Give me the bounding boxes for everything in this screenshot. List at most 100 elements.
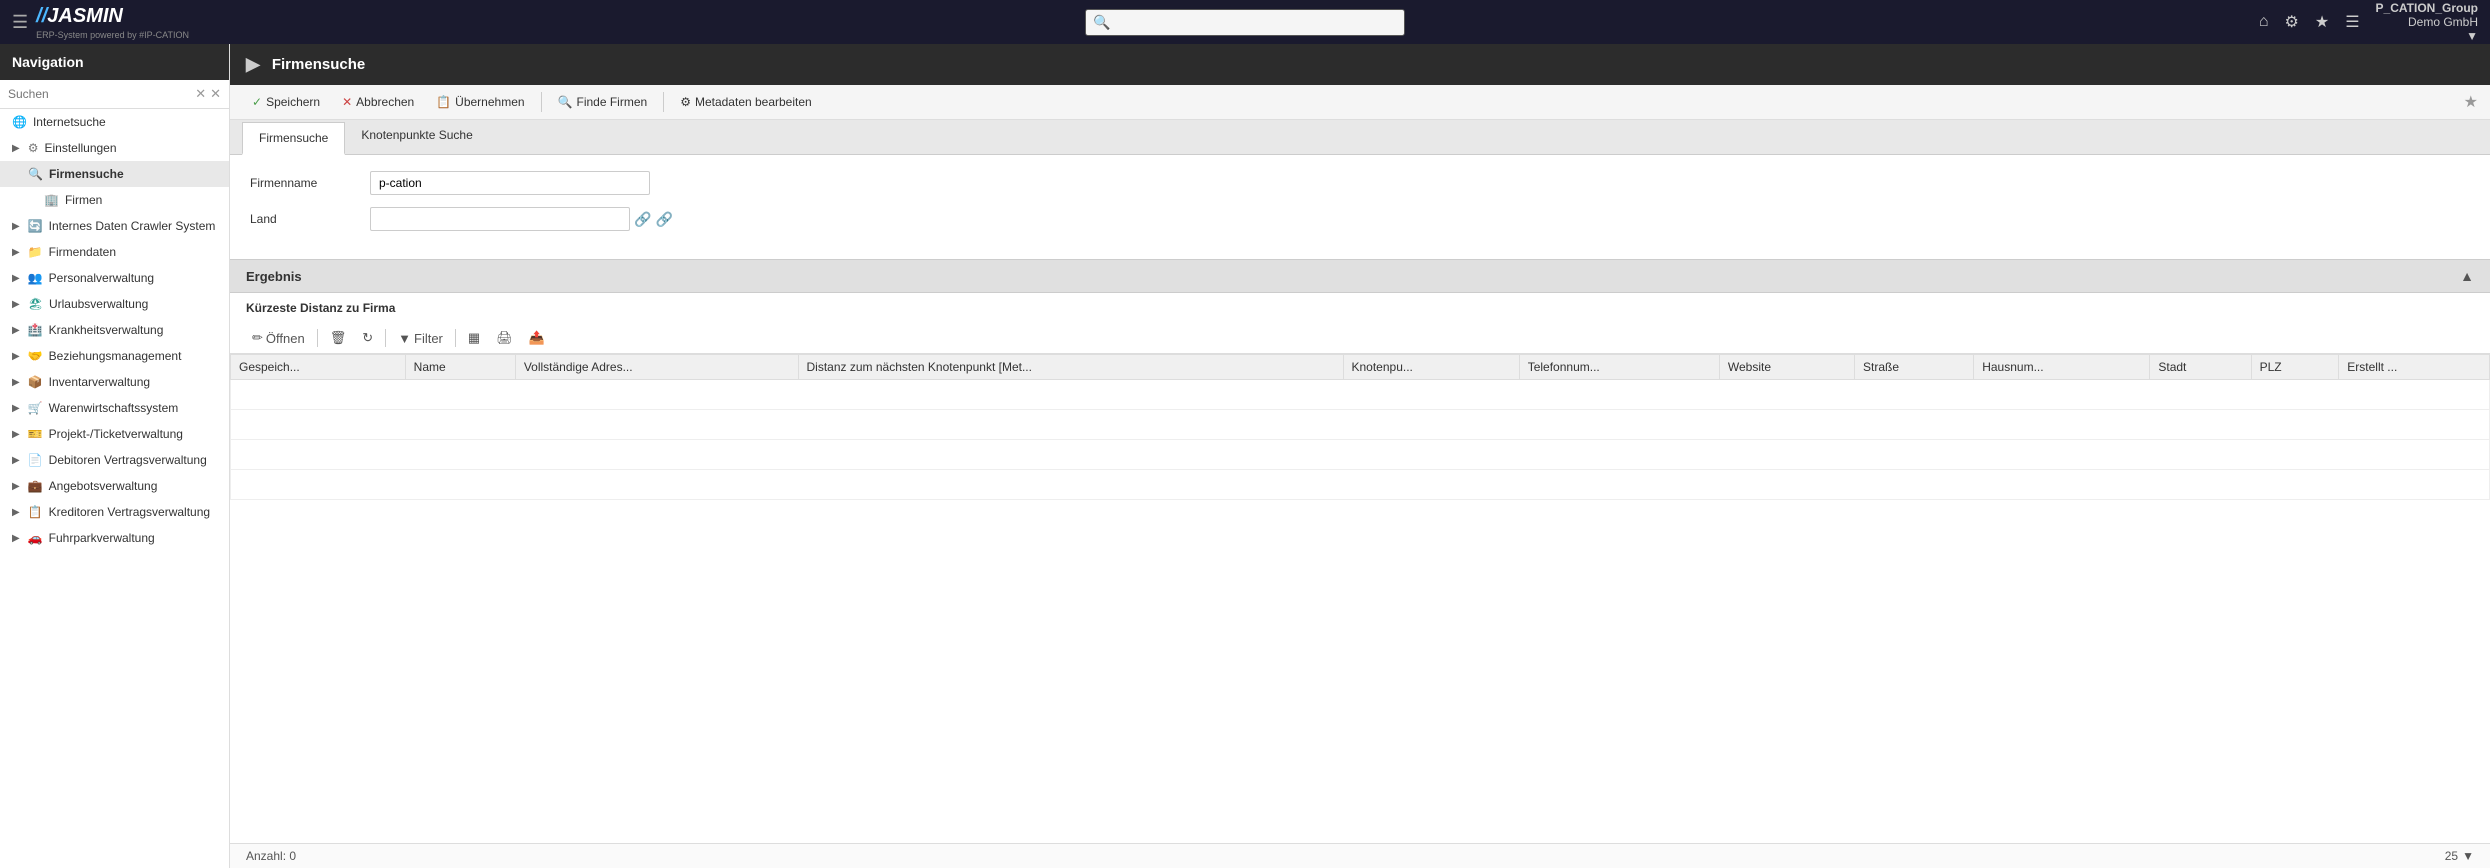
sidebar-item-projekt[interactable]: ▶ 🎫 Projekt-/Ticketverwaltung [0,421,229,447]
offer-icon: 💼 [28,479,43,493]
sidebar-item-label: Firmendaten [49,245,116,259]
col-website[interactable]: Website [1719,355,1854,380]
expand-arrow-icon: ▶ [12,481,20,492]
col-telefon[interactable]: Telefonnum... [1519,355,1719,380]
table-grid-button[interactable]: ▦ [462,327,486,349]
col-distanz[interactable]: Distanz zum nächsten Knotenpunkt [Met... [798,355,1343,380]
health-icon: 🏥 [28,323,43,337]
sidebar-item-firmensuche[interactable]: 🔍 Firmensuche [0,161,229,187]
apply-icon: 📋 [436,95,451,109]
results-subtitle: Kürzeste Distanz zu Firma [230,293,2490,323]
page-size-value: 25 [2445,849,2458,863]
sidebar-item-krankheit[interactable]: ▶ 🏥 Krankheitsverwaltung [0,317,229,343]
col-gespeichert[interactable]: Gespeich... [231,355,406,380]
table-edit-button[interactable]: ✏ Öffnen [246,327,311,349]
page-title: Firmensuche [272,56,365,73]
debitoren-icon: 📄 [28,453,43,467]
table-toolbar: ✏ Öffnen 🗑 ↻ ▼ Filter ▦ [230,323,2490,354]
sidebar-item-beziehung[interactable]: ▶ 🤝 Beziehungsmanagement [0,343,229,369]
link-icon-2[interactable]: 🔗 [655,211,672,228]
collapse-button[interactable]: ▲ [2460,268,2474,284]
table-delete-button[interactable]: 🗑 [324,327,353,349]
page-header-bar: ▶ Firmensuche [230,44,2490,85]
apply-button[interactable]: 📋 Übernehmen [426,91,534,113]
sidebar-item-waren[interactable]: ▶ 🛒 Warenwirtschaftssystem [0,395,229,421]
export-icon: 📤 [529,330,545,346]
table-toolbar-sep [385,329,386,347]
table-refresh-button[interactable]: ↻ [356,327,379,349]
hamburger-icon[interactable]: ☰ [12,12,28,33]
content-area: ▶ Firmensuche ✓ Speichern ✕ Abbrechen 📋 … [230,44,2490,868]
toolbar-separator [663,92,664,112]
sidebar-item-kreditoren[interactable]: ▶ 📋 Kreditoren Vertragsverwaltung [0,499,229,525]
favorite-star-button[interactable]: ★ [2464,92,2478,112]
tab-knotenpunkte[interactable]: Knotenpunkte Suche [345,120,488,155]
link-icon-1[interactable]: 🔗 [634,211,651,228]
sidebar-search-reset[interactable]: ✕ [210,86,221,102]
page-title-arrow: ▶ [246,54,260,75]
favorites-icon[interactable]: ★ [2315,12,2329,32]
firmenname-label: Firmenname [250,176,370,190]
sidebar-item-label: Krankheitsverwaltung [49,323,164,337]
sidebar-search-input[interactable] [8,87,191,101]
sidebar-item-urlaub[interactable]: ▶ 🏖 Urlaubsverwaltung [0,291,229,317]
expand-arrow-icon: ▶ [12,377,20,388]
sidebar-item-personal[interactable]: ▶ 👥 Personalverwaltung [0,265,229,291]
sidebar-header: Navigation [0,44,229,80]
tab-firmensuche[interactable]: Firmensuche [242,122,345,155]
col-erstellt[interactable]: Erstellt ... [2339,355,2490,380]
sidebar-item-internetsuche[interactable]: 🌐 Internetsuche [0,109,229,135]
sidebar-item-fuhrpark[interactable]: ▶ 🚗 Fuhrparkverwaltung [0,525,229,551]
firmenname-input[interactable] [370,171,650,195]
sidebar-item-einstellungen[interactable]: ▶ ⚙ Einstellungen [0,135,229,161]
col-knotenpunkt[interactable]: Knotenpu... [1343,355,1519,380]
expand-arrow-icon: ▶ [12,429,20,440]
sidebar-item-label: Personalverwaltung [49,271,154,285]
page-size-selector[interactable]: 25 ▼ [2445,849,2474,863]
sidebar-item-label: Projekt-/Ticketverwaltung [49,427,183,441]
sidebar-search-clear[interactable]: ✕ [195,86,206,102]
sidebar-item-crawler[interactable]: ▶ 🔄 Internes Daten Crawler System [0,213,229,239]
globe-icon: 🌐 [12,115,27,129]
col-stadt[interactable]: Stadt [2150,355,2251,380]
sidebar-item-inventar[interactable]: ▶ 📦 Inventarverwaltung [0,369,229,395]
col-name[interactable]: Name [405,355,515,380]
table-row [231,470,2490,500]
sidebar-item-label: Internetsuche [33,115,106,129]
metadata-button[interactable]: ⚙ Metadaten bearbeiten [670,91,822,113]
expand-arrow-icon: ▶ [12,403,20,414]
sidebar-item-firmen[interactable]: 🏢 Firmen [0,187,229,213]
table-row [231,440,2490,470]
expand-arrow-icon: ▶ [12,299,20,310]
table-print-button[interactable]: 🖨 [490,327,519,349]
logo-area: ☰ // JASMIN ERP-System powered by #IP-CA… [12,5,1085,40]
col-strasse[interactable]: Straße [1855,355,1974,380]
filter-icon: ▼ [398,331,411,346]
col-plz[interactable]: PLZ [2251,355,2339,380]
find-label: Finde Firmen [577,95,648,109]
home-icon[interactable]: ⌂ [2259,13,2269,31]
expand-arrow-icon: ▶ [12,273,20,284]
toolbar: ✓ Speichern ✕ Abbrechen 📋 Übernehmen 🔍 F… [230,85,2490,120]
sidebar-item-label: Internes Daten Crawler System [49,219,216,233]
sidebar-item-angebot[interactable]: ▶ 💼 Angebotsverwaltung [0,473,229,499]
sidebar-item-firmendaten[interactable]: ▶ 📁 Firmendaten [0,239,229,265]
menu-list-icon[interactable]: ☰ [2345,12,2359,32]
save-button[interactable]: ✓ Speichern [242,91,330,113]
user-info[interactable]: P_CATION_Group Demo GmbH ▼ [2376,1,2478,43]
col-adresse[interactable]: Vollständige Adres... [515,355,798,380]
sidebar-item-label: Firmensuche [49,167,124,181]
table-filter-button[interactable]: ▼ Filter [392,328,449,349]
land-input[interactable] [370,207,630,231]
find-button[interactable]: 🔍 Finde Firmen [548,91,658,113]
user-name: Demo GmbH ▼ [2376,15,2478,43]
settings-icon[interactable]: ⚙ [2285,12,2299,32]
sidebar-item-label: Beziehungsmanagement [49,349,182,363]
col-hausnummer[interactable]: Hausnum... [1974,355,2150,380]
table-export-button[interactable]: 📤 [523,327,551,349]
crawler-icon: 🔄 [28,219,43,233]
table-container: Gespeich... Name Vollständige Adres... D… [230,354,2490,843]
sidebar-item-debitoren[interactable]: ▶ 📄 Debitoren Vertragsverwaltung [0,447,229,473]
cancel-button[interactable]: ✕ Abbrechen [332,91,424,113]
global-search-input[interactable] [1085,9,1405,36]
